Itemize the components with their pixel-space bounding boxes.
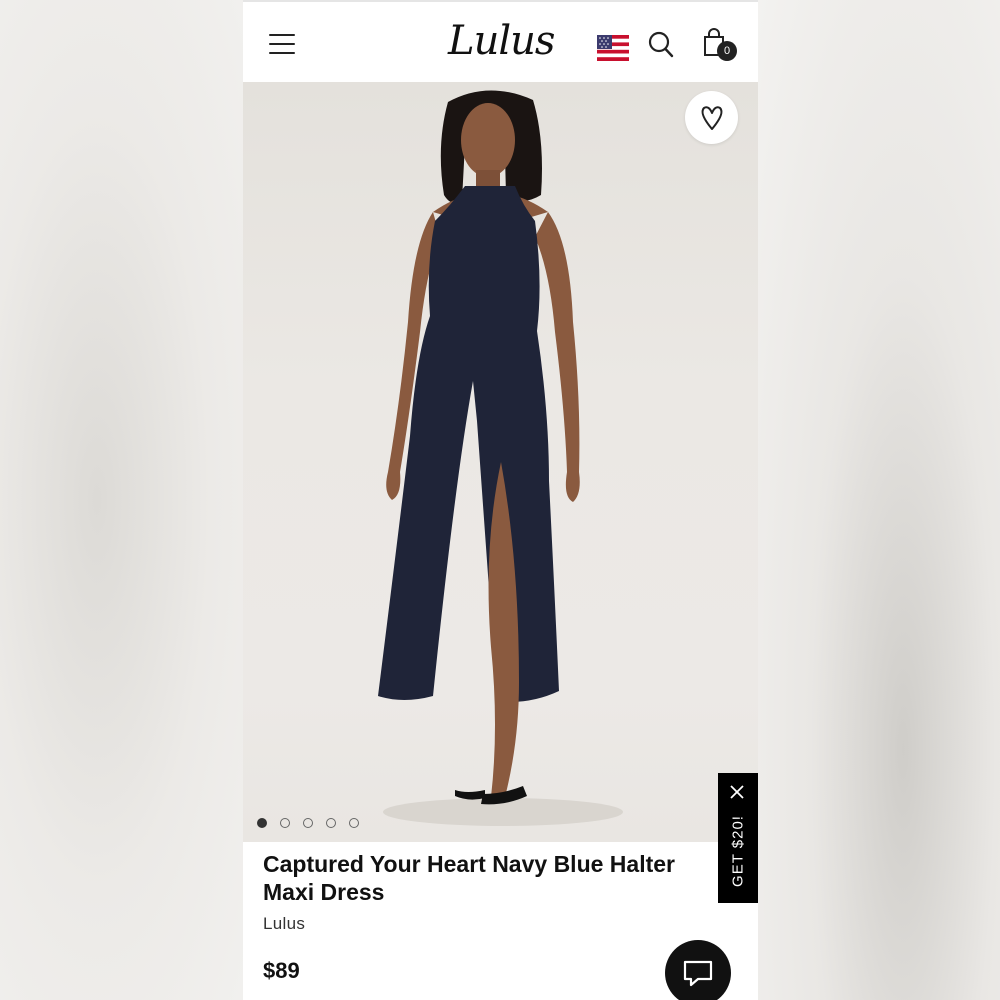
carousel-dot[interactable] bbox=[303, 818, 313, 828]
chat-button[interactable] bbox=[665, 940, 731, 1000]
site-header: Lulus 0 bbox=[243, 0, 758, 82]
heart-icon bbox=[701, 106, 723, 130]
mobile-page: Lulus 0 GET $20! Captured Your Heart Nav… bbox=[243, 0, 758, 1000]
carousel-dot[interactable] bbox=[349, 818, 359, 828]
cart-count-badge: 0 bbox=[717, 41, 737, 61]
wishlist-button[interactable] bbox=[685, 91, 738, 144]
blurred-backdrop-right bbox=[758, 0, 1000, 1000]
product-photo bbox=[378, 90, 623, 826]
carousel-dot[interactable] bbox=[326, 818, 336, 828]
hamburger-menu-icon[interactable] bbox=[269, 34, 295, 54]
promo-tab[interactable]: GET $20! bbox=[718, 773, 758, 903]
close-icon[interactable] bbox=[730, 785, 744, 799]
promo-label: GET $20! bbox=[729, 815, 747, 887]
site-logo[interactable]: Lulus bbox=[448, 16, 555, 66]
product-image-carousel[interactable] bbox=[243, 82, 758, 842]
carousel-dot[interactable] bbox=[280, 818, 290, 828]
blurred-backdrop-left bbox=[0, 0, 243, 1000]
brand-link[interactable]: Lulus bbox=[263, 914, 305, 934]
chat-bubble-icon bbox=[683, 960, 713, 987]
us-flag-icon[interactable] bbox=[597, 35, 629, 61]
carousel-dot[interactable] bbox=[257, 818, 267, 828]
search-icon[interactable] bbox=[648, 31, 674, 59]
product-title: Captured Your Heart Navy Blue Halter Max… bbox=[263, 851, 675, 905]
product-price: $89 bbox=[263, 958, 300, 983]
carousel-indicators bbox=[257, 818, 359, 828]
